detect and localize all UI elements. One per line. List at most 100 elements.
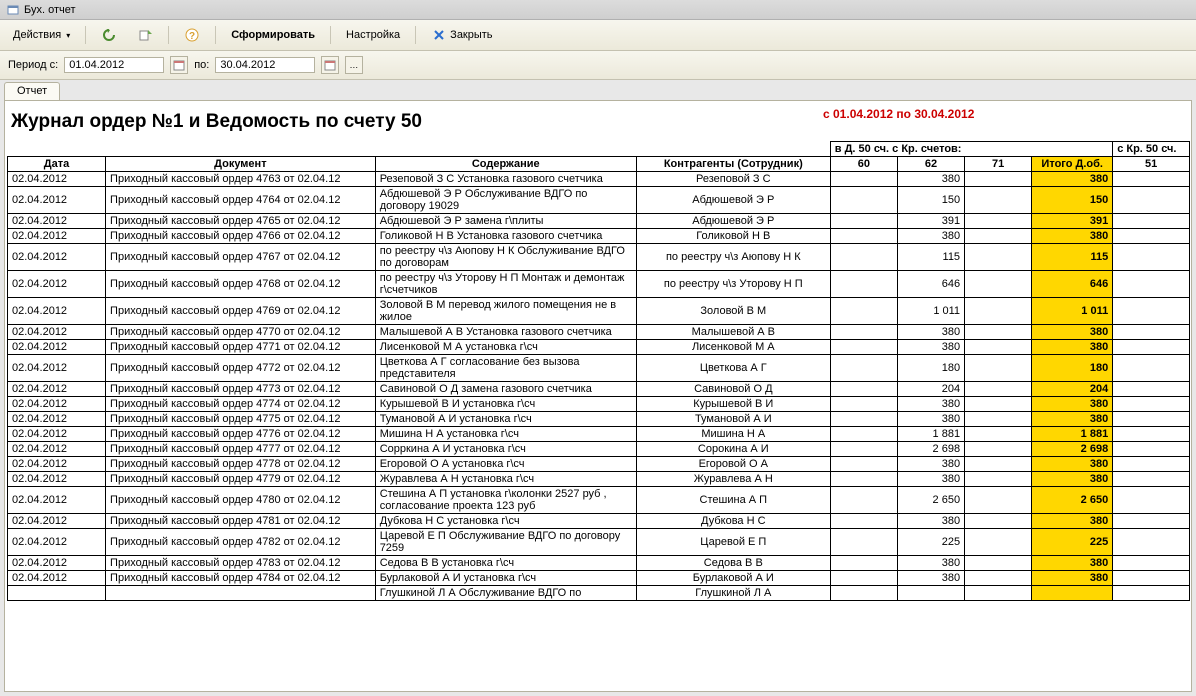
cell-date: 02.04.2012 (8, 229, 106, 244)
cell-itog: 115 (1032, 244, 1113, 271)
cell-62 (897, 586, 964, 601)
cell-content: Цветкова А Г согласование без вызова пре… (375, 355, 636, 382)
cell-doc: Приходный кассовый ордер 4768 от 02.04.1… (106, 271, 376, 298)
cell-51 (1113, 244, 1190, 271)
cell-doc: Приходный кассовый ордер 4765 от 02.04.1… (106, 214, 376, 229)
refresh-icon (101, 27, 117, 43)
cell-60 (830, 382, 897, 397)
cell-content: Голиковой Н В Установка газового счетчик… (375, 229, 636, 244)
table-row[interactable]: 02.04.2012Приходный кассовый ордер 4766 … (8, 229, 1190, 244)
cell-60 (830, 298, 897, 325)
cell-doc: Приходный кассовый ордер 4764 от 02.04.1… (106, 187, 376, 214)
cell-content: Бурлаковой А И установка г\сч (375, 571, 636, 586)
table-row[interactable]: 02.04.2012Приходный кассовый ордер 4775 … (8, 412, 1190, 427)
cell-62: 380 (897, 556, 964, 571)
help-button[interactable]: ? (177, 24, 207, 46)
actions-menu[interactable]: Действия ▾ (6, 26, 77, 44)
table-row[interactable]: 02.04.2012Приходный кассовый ордер 4773 … (8, 382, 1190, 397)
col-60: 60 (830, 157, 897, 172)
cell-contra: Золовой В М (636, 298, 830, 325)
table-row[interactable]: 02.04.2012Приходный кассовый ордер 4767 … (8, 244, 1190, 271)
table-row[interactable]: 02.04.2012Приходный кассовый ордер 4777 … (8, 442, 1190, 457)
calendar-to-button[interactable] (321, 56, 339, 74)
table-row[interactable]: 02.04.2012Приходный кассовый ордер 4781 … (8, 514, 1190, 529)
cell-51 (1113, 529, 1190, 556)
table-row[interactable]: Глушкиной Л А Обслуживание ВДГО поГлушки… (8, 586, 1190, 601)
refresh-button[interactable] (94, 24, 124, 46)
cell-itog: 225 (1032, 529, 1113, 556)
table-row[interactable]: 02.04.2012Приходный кассовый ордер 4780 … (8, 487, 1190, 514)
cell-71 (965, 187, 1032, 214)
toolbar: Действия ▾ ? Сформировать Настройка Закр… (0, 20, 1196, 51)
date-from-input[interactable] (64, 57, 164, 73)
cell-contra: Дубкова Н С (636, 514, 830, 529)
cell-doc: Приходный кассовый ордер 4778 от 02.04.1… (106, 457, 376, 472)
table-row[interactable]: 02.04.2012Приходный кассовый ордер 4763 … (8, 172, 1190, 187)
cell-content: Золовой В М перевод жилого помещения не … (375, 298, 636, 325)
cell-51 (1113, 514, 1190, 529)
cell-contra: Савиновой О Д (636, 382, 830, 397)
cell-content: Мишина Н А установка г\сч (375, 427, 636, 442)
cell-date: 02.04.2012 (8, 172, 106, 187)
report-table: в Д. 50 сч. с Кр. счетов: с Кр. 50 сч. Д… (7, 141, 1190, 601)
table-row[interactable]: 02.04.2012Приходный кассовый ордер 4765 … (8, 214, 1190, 229)
settings-label: Настройка (346, 29, 400, 41)
cell-doc: Приходный кассовый ордер 4771 от 02.04.1… (106, 340, 376, 355)
period-bar: Период с: по: … (0, 51, 1196, 80)
table-row[interactable]: 02.04.2012Приходный кассовый ордер 4774 … (8, 397, 1190, 412)
calendar-from-button[interactable] (170, 56, 188, 74)
cell-contra: Стешина А П (636, 487, 830, 514)
cell-doc: Приходный кассовый ордер 4776 от 02.04.1… (106, 427, 376, 442)
export-button[interactable] (130, 24, 160, 46)
cell-60 (830, 571, 897, 586)
group-header-debit: в Д. 50 сч. с Кр. счетов: (830, 142, 1112, 157)
cell-62: 380 (897, 325, 964, 340)
separator (85, 26, 86, 44)
cell-71 (965, 529, 1032, 556)
col-doc: Документ (106, 157, 376, 172)
separator (168, 26, 169, 44)
form-button[interactable]: Сформировать (224, 26, 322, 44)
date-to-input[interactable] (215, 57, 315, 73)
cell-62: 180 (897, 355, 964, 382)
table-row[interactable]: 02.04.2012Приходный кассовый ордер 4784 … (8, 571, 1190, 586)
cell-62: 1 881 (897, 427, 964, 442)
table-row[interactable]: 02.04.2012Приходный кассовый ордер 4771 … (8, 340, 1190, 355)
cell-itog: 1 011 (1032, 298, 1113, 325)
period-picker-button[interactable]: … (345, 56, 363, 74)
table-row[interactable]: 02.04.2012Приходный кассовый ордер 4764 … (8, 187, 1190, 214)
table-row[interactable]: 02.04.2012Приходный кассовый ордер 4770 … (8, 325, 1190, 340)
settings-button[interactable]: Настройка (339, 26, 407, 44)
calendar-icon (173, 59, 185, 71)
cell-itog: 1 881 (1032, 427, 1113, 442)
table-row[interactable]: 02.04.2012Приходный кассовый ордер 4769 … (8, 298, 1190, 325)
table-row[interactable]: 02.04.2012Приходный кассовый ордер 4778 … (8, 457, 1190, 472)
cell-51 (1113, 412, 1190, 427)
cell-date: 02.04.2012 (8, 571, 106, 586)
table-row[interactable]: 02.04.2012Приходный кассовый ордер 4772 … (8, 355, 1190, 382)
help-icon: ? (184, 27, 200, 43)
cell-62: 380 (897, 172, 964, 187)
cell-contra: Егоровой О А (636, 457, 830, 472)
table-row[interactable]: 02.04.2012Приходный кассовый ордер 4782 … (8, 529, 1190, 556)
close-button[interactable]: Закрыть (424, 24, 499, 46)
cell-51 (1113, 325, 1190, 340)
cell-71 (965, 514, 1032, 529)
cell-doc: Приходный кассовый ордер 4777 от 02.04.1… (106, 442, 376, 457)
cell-content: Глушкиной Л А Обслуживание ВДГО по (375, 586, 636, 601)
report-area[interactable]: Журнал ордер №1 и Ведомость по счету 50 … (4, 100, 1192, 692)
table-row[interactable]: 02.04.2012Приходный кассовый ордер 4779 … (8, 472, 1190, 487)
calendar-icon (324, 59, 336, 71)
cell-content: Егоровой О А установка г\сч (375, 457, 636, 472)
cell-62: 150 (897, 187, 964, 214)
cell-contra: Седова В В (636, 556, 830, 571)
table-row[interactable]: 02.04.2012Приходный кассовый ордер 4783 … (8, 556, 1190, 571)
table-row[interactable]: 02.04.2012Приходный кассовый ордер 4776 … (8, 427, 1190, 442)
report-title: Журнал ордер №1 и Ведомость по счету 50 (7, 107, 1189, 141)
tab-report[interactable]: Отчет (4, 82, 60, 100)
cell-71 (965, 382, 1032, 397)
cell-content: Абдюшевой Э Р Обслуживание ВДГО по догов… (375, 187, 636, 214)
cell-51 (1113, 571, 1190, 586)
cell-51 (1113, 427, 1190, 442)
table-row[interactable]: 02.04.2012Приходный кассовый ордер 4768 … (8, 271, 1190, 298)
